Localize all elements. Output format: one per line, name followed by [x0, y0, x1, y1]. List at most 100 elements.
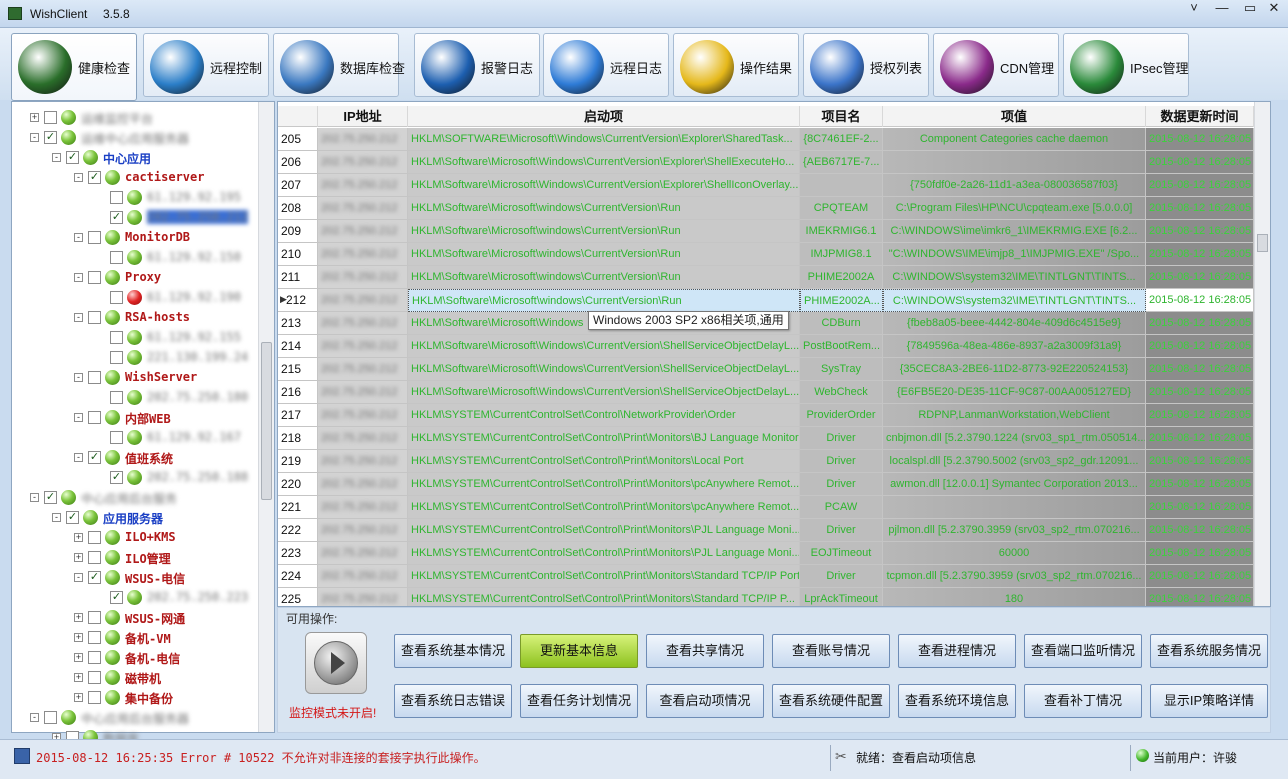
- tree-checkbox[interactable]: [110, 331, 123, 344]
- tree-node[interactable]: 61.129.92.195: [12, 188, 257, 208]
- tree-checkbox[interactable]: [88, 231, 101, 244]
- table-row[interactable]: 214 202.75.250.212 HKLM\Software\Microsoft…: [278, 335, 1270, 358]
- caption-menu-icon[interactable]: ˅: [1180, 0, 1208, 18]
- tree-node[interactable]: - RSA-hosts: [12, 308, 257, 328]
- tab-yin-yang-green[interactable]: IPsec管理: [1063, 33, 1189, 97]
- tree-checkbox[interactable]: [110, 191, 123, 204]
- tree-checkbox[interactable]: [44, 111, 57, 124]
- table-row[interactable]: 216 202.75.250.212 HKLM\Software\Microsoft…: [278, 381, 1270, 404]
- op-button-row1-4[interactable]: 查看进程情况: [898, 634, 1016, 668]
- close-icon[interactable]: ✕: [1260, 0, 1288, 18]
- tree-node[interactable]: - WishServer: [12, 368, 257, 388]
- table-row[interactable]: 209 202.75.250.212 HKLM\Software\Microsoft…: [278, 220, 1270, 243]
- tree-expander-icon[interactable]: +: [30, 113, 39, 122]
- op-button-row2-1[interactable]: 查看任务计划情况: [520, 684, 638, 718]
- tree-node[interactable]: - 中心应用后台服务器: [12, 708, 257, 728]
- tree-expander-icon[interactable]: -: [74, 413, 83, 422]
- tree-checkbox[interactable]: [88, 531, 101, 544]
- op-button-row2-0[interactable]: 查看系统日志错误: [394, 684, 512, 718]
- tree-node[interactable]: 61.129.92.150: [12, 248, 257, 268]
- tree-expander-icon[interactable]: -: [74, 573, 83, 582]
- tree-node[interactable]: - MonitorDB: [12, 228, 257, 248]
- column-header[interactable]: 项目名: [800, 106, 883, 127]
- table-row[interactable]: 221 202.75.250.212 HKLM\SYSTEM\CurrentCont…: [278, 496, 1270, 519]
- tree-node[interactable]: - ✓ 值班系统: [12, 448, 257, 468]
- column-header[interactable]: 启动项: [408, 106, 800, 127]
- op-button-row1-3[interactable]: 查看账号情况: [772, 634, 890, 668]
- tree-checkbox[interactable]: [88, 311, 101, 324]
- tree-expander-icon[interactable]: +: [74, 653, 83, 662]
- op-button-row1-2[interactable]: 查看共享情况: [646, 634, 764, 668]
- tree-node[interactable]: - ✓ WSUS-电信: [12, 568, 257, 588]
- tab-yin-yang-purple[interactable]: CDN管理: [933, 33, 1059, 97]
- tab-hourglass[interactable]: 操作结果: [673, 33, 799, 97]
- tree-expander-icon[interactable]: -: [30, 493, 39, 502]
- tree-node[interactable]: + ILO管理: [12, 548, 257, 568]
- table-row[interactable]: 222 202.75.250.212 HKLM\SYSTEM\CurrentCont…: [278, 519, 1270, 542]
- table-row[interactable]: 215 202.75.250.212 HKLM\Software\Microsoft…: [278, 358, 1270, 381]
- tree-checkbox[interactable]: [88, 271, 101, 284]
- tree-checkbox[interactable]: ✓: [44, 491, 57, 504]
- tab-health-check[interactable]: 健康检查: [11, 33, 137, 101]
- column-header[interactable]: 数据更新时间: [1146, 106, 1254, 127]
- tree-node[interactable]: 221.130.199.24: [12, 348, 257, 368]
- tree-node[interactable]: + WSUS-网通: [12, 608, 257, 628]
- tree-checkbox[interactable]: [44, 711, 57, 724]
- tree-checkbox[interactable]: [88, 631, 101, 644]
- op-button-row2-4[interactable]: 查看系统环境信息: [898, 684, 1016, 718]
- tab-wrench[interactable]: 远程日志: [543, 33, 669, 97]
- tree-node[interactable]: 202.75.250.180: [12, 388, 257, 408]
- table-row[interactable]: 205 202.75.250.212 HKLM\SOFTWARE\Microsoft…: [278, 128, 1270, 151]
- tree-checkbox[interactable]: [88, 411, 101, 424]
- table-row[interactable]: 224 202.75.250.212 HKLM\SYSTEM\CurrentCont…: [278, 565, 1270, 588]
- tree-node[interactable]: 61.129.92.155: [12, 328, 257, 348]
- grid-scrollbar-thumb[interactable]: [1257, 234, 1268, 252]
- table-row[interactable]: 211 202.75.250.212 HKLM\Software\Microsoft…: [278, 266, 1270, 289]
- tree-expander-icon[interactable]: -: [52, 513, 61, 522]
- tree-expander-icon[interactable]: +: [74, 613, 83, 622]
- tree-expander-icon[interactable]: -: [30, 133, 39, 142]
- tree-checkbox[interactable]: ✓: [88, 571, 101, 584]
- tree-node[interactable]: + 集中备份: [12, 688, 257, 708]
- tree-node[interactable]: + 运维监控平台: [12, 108, 257, 128]
- tree-expander-icon[interactable]: +: [74, 693, 83, 702]
- tree-node[interactable]: 61.129.92.167: [12, 428, 257, 448]
- tree-checkbox[interactable]: ✓: [110, 591, 123, 604]
- tree-node[interactable]: + 备机-电信: [12, 648, 257, 668]
- tree-expander-icon[interactable]: +: [74, 533, 83, 542]
- tree-node[interactable]: 61.129.92.190: [12, 288, 257, 308]
- minimize-icon[interactable]: —: [1208, 0, 1236, 18]
- tree-node[interactable]: + 磁带机: [12, 668, 257, 688]
- tree-scrollbar[interactable]: [258, 102, 274, 732]
- tree-expander-icon[interactable]: -: [30, 713, 39, 722]
- op-button-row1-1[interactable]: 更新基本信息: [520, 634, 638, 668]
- tree-node[interactable]: ✓ 202.75.250.212: [12, 208, 257, 228]
- tree-expander-icon[interactable]: -: [74, 313, 83, 322]
- tree-node[interactable]: - 内部WEB: [12, 408, 257, 428]
- tree-expander-icon[interactable]: -: [52, 153, 61, 162]
- tree-node[interactable]: - ✓ 中心应用后台服务: [12, 488, 257, 508]
- tree-checkbox[interactable]: [110, 291, 123, 304]
- tab-megaphone[interactable]: 报警日志: [414, 33, 540, 97]
- op-button-row2-5[interactable]: 查看补丁情况: [1024, 684, 1142, 718]
- tree-node[interactable]: ✓ 202.75.250.223: [12, 588, 257, 608]
- table-row[interactable]: 219 202.75.250.212 HKLM\SYSTEM\CurrentCont…: [278, 450, 1270, 473]
- column-header[interactable]: [278, 106, 318, 127]
- column-header[interactable]: 项值: [883, 106, 1146, 127]
- table-row[interactable]: 223 202.75.250.212 HKLM\SYSTEM\CurrentCont…: [278, 542, 1270, 565]
- table-row[interactable]: 225 202.75.250.212 HKLM\SYSTEM\CurrentCont…: [278, 588, 1270, 606]
- tree-scrollbar-thumb[interactable]: [261, 342, 272, 500]
- table-row[interactable]: 207 202.75.250.212 HKLM\Software\Microsoft…: [278, 174, 1270, 197]
- tree-checkbox[interactable]: ✓: [66, 511, 79, 524]
- table-row[interactable]: 220 202.75.250.212 HKLM\SYSTEM\CurrentCont…: [278, 473, 1270, 496]
- table-row[interactable]: 218 202.75.250.212 HKLM\SYSTEM\CurrentCont…: [278, 427, 1270, 450]
- tree-checkbox[interactable]: [110, 351, 123, 364]
- tree-expander-icon[interactable]: -: [74, 273, 83, 282]
- tree-node[interactable]: + 备机-VM: [12, 628, 257, 648]
- column-header[interactable]: IP地址: [318, 106, 408, 127]
- op-button-row1-5[interactable]: 查看端口监听情况: [1024, 634, 1142, 668]
- monitor-mode-button[interactable]: [305, 632, 367, 694]
- tree-checkbox[interactable]: [88, 611, 101, 624]
- tree-node[interactable]: - ✓ cactiserver: [12, 168, 257, 188]
- tree-node[interactable]: - Proxy: [12, 268, 257, 288]
